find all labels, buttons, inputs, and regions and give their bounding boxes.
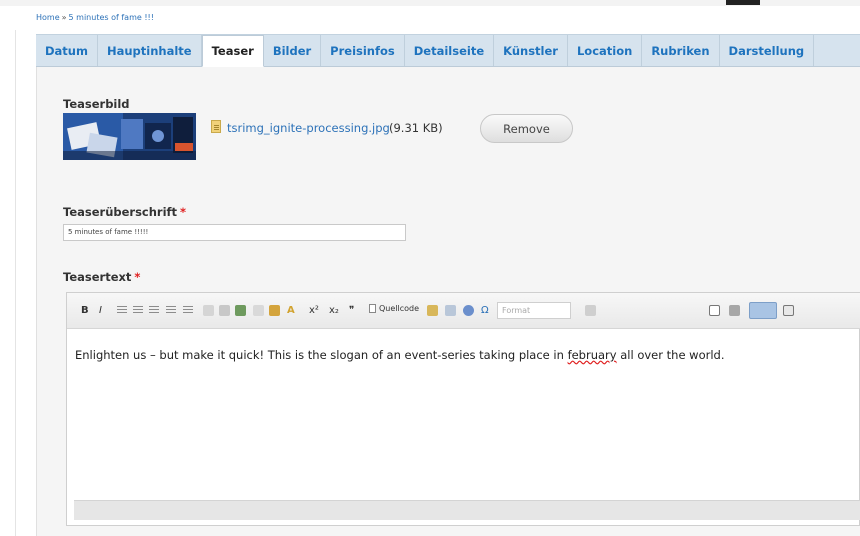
tab-darstellung[interactable]: Darstellung [720, 35, 815, 66]
teaser-image-file-link[interactable]: tsrimg_ignite-processing.jpg [227, 121, 390, 135]
source-code-label: Quellcode [379, 304, 420, 313]
unlink-icon[interactable] [219, 303, 230, 318]
teaserueberschrift-label: Teaserüberschrift * [63, 205, 186, 219]
text-color-icon[interactable]: A [287, 303, 295, 318]
required-marker: * [180, 205, 187, 219]
teaserueberschrift-label-text: Teaserüberschrift [63, 205, 178, 219]
teasertext-label: Teasertext * [63, 270, 140, 284]
tab-rubriken[interactable]: Rubriken [642, 35, 720, 66]
editor-text-end: all over the world. [616, 348, 725, 362]
superscript-button[interactable]: x² [309, 303, 319, 318]
editor-toolbar: B I A x² x₂ ❞ Quellcode Ω Format [67, 293, 860, 329]
teasertext-label-text: Teasertext [63, 270, 132, 284]
paste-icon[interactable] [427, 303, 438, 318]
tab-detailseite[interactable]: Detailseite [405, 35, 495, 66]
source-doc-icon [369, 304, 376, 313]
teaserueberschrift-input[interactable]: 5 minutes of fame !!!!! [63, 224, 406, 241]
eraser-icon[interactable] [463, 303, 474, 318]
spellcheck-icon[interactable] [729, 303, 740, 318]
show-blocks-icon[interactable] [709, 303, 720, 318]
paste-word-icon[interactable] [445, 303, 456, 318]
window-control [726, 0, 760, 5]
tab-datum[interactable]: Datum [36, 35, 98, 66]
spellcheck-dropdown-button[interactable] [749, 302, 777, 319]
breadcrumb-home-link[interactable]: Home [36, 13, 60, 22]
editor-statusbar [74, 500, 860, 520]
breadcrumb-separator: » [61, 13, 67, 22]
left-border [15, 30, 16, 536]
source-code-button[interactable]: Quellcode [369, 304, 419, 313]
tab-hauptinhalte[interactable]: Hauptinhalte [98, 35, 202, 66]
tab-location[interactable]: Location [568, 35, 643, 66]
editor-text-start: Enlighten us – but make it quick! This i… [75, 348, 568, 362]
format-select[interactable]: Format [497, 302, 571, 319]
italic-button[interactable]: I [99, 303, 102, 318]
numbered-list-icon[interactable] [183, 303, 193, 318]
subscript-button[interactable]: x₂ [329, 303, 339, 318]
misspelled-word[interactable]: february [568, 348, 617, 362]
align-left-icon[interactable] [117, 303, 127, 318]
teaser-image-thumbnail[interactable] [63, 113, 196, 160]
link-icon[interactable] [203, 303, 214, 318]
editor-content[interactable]: Enlighten us – but make it quick! This i… [75, 348, 725, 362]
tab-teaser[interactable]: Teaser [201, 35, 264, 67]
maximize-icon[interactable] [783, 303, 794, 318]
align-right-icon[interactable] [149, 303, 159, 318]
remove-image-button[interactable]: Remove [480, 114, 573, 143]
teaserbild-label: Teaserbild [63, 97, 130, 111]
tab-kuenstler[interactable]: Künstler [494, 35, 568, 66]
image-insert-icon[interactable] [235, 303, 246, 318]
table-icon[interactable] [253, 303, 264, 318]
blockquote-icon[interactable]: ❞ [349, 303, 354, 318]
teaser-image-file-size: (9.31 KB) [389, 121, 443, 135]
bold-button[interactable]: B [81, 303, 89, 318]
vertical-tabs: Datum Hauptinhalte Teaser Bilder Preisin… [36, 34, 860, 67]
breadcrumb-current[interactable]: 5 minutes of fame !!! [69, 13, 154, 22]
bulleted-list-icon[interactable] [166, 303, 176, 318]
image-file-icon [211, 120, 221, 133]
breadcrumb: Home» 5 minutes of fame !!! [36, 13, 154, 22]
tab-bilder[interactable]: Bilder [264, 35, 322, 66]
special-char-button[interactable]: Ω [481, 303, 489, 318]
tab-preisinfos[interactable]: Preisinfos [321, 35, 405, 66]
media-icon[interactable] [269, 303, 280, 318]
align-center-icon[interactable] [133, 303, 143, 318]
teasertext-editor: B I A x² x₂ ❞ Quellcode Ω Format Enlight… [66, 292, 860, 526]
format-dropdown-icon[interactable] [585, 303, 596, 318]
required-marker: * [134, 270, 141, 284]
